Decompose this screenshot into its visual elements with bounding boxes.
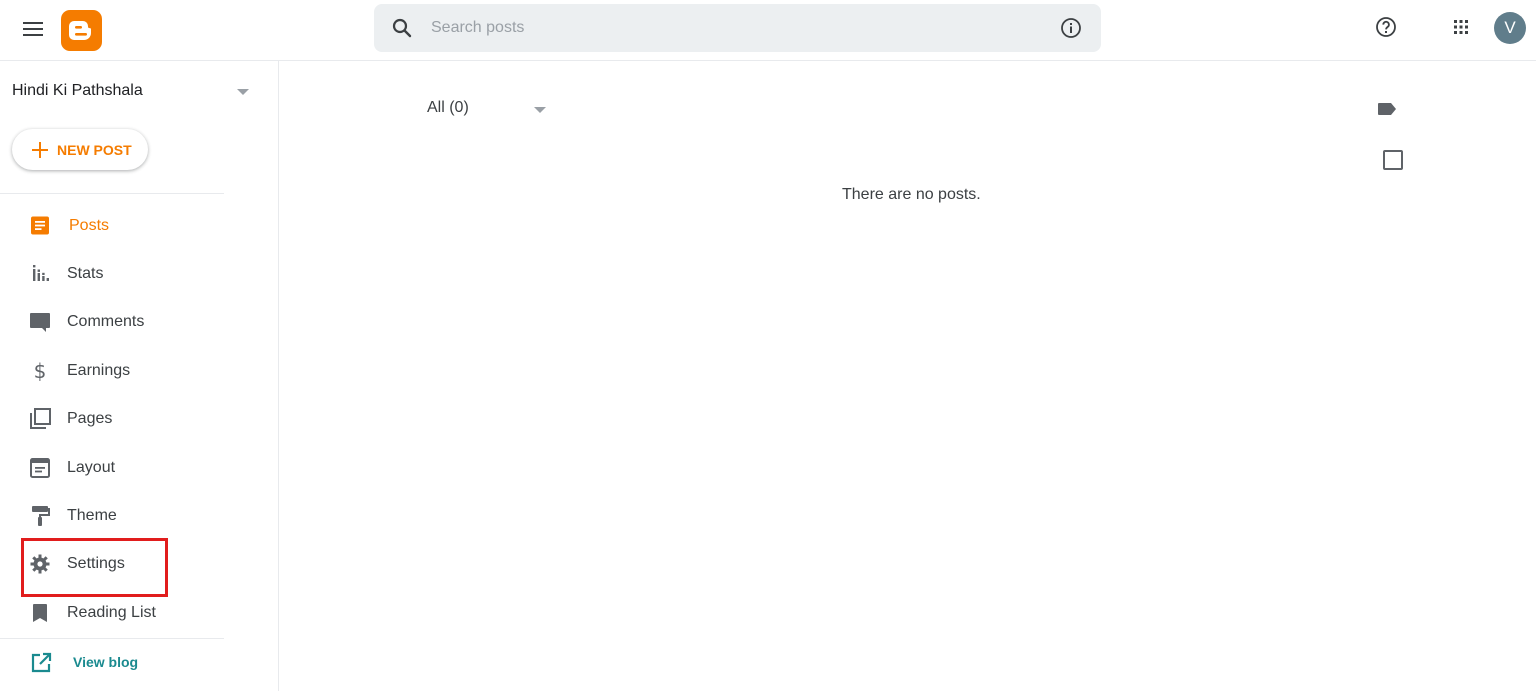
new-post-button[interactable]: NEW POST: [12, 129, 148, 170]
sidebar-item-label: Posts: [69, 217, 110, 234]
view-blog-link[interactable]: View blog: [0, 644, 224, 682]
settings-highlight-box: [21, 538, 168, 597]
pages-icon: [28, 407, 52, 431]
blog-name: Hindi Ki Pathshala: [12, 82, 143, 99]
help-icon[interactable]: [1374, 15, 1398, 39]
search-icon[interactable]: [390, 16, 414, 40]
sidebar-item-theme[interactable]: Theme: [0, 496, 224, 536]
plus-icon: [32, 141, 48, 158]
chevron-down-icon: [237, 89, 249, 95]
sidebar-divider: [0, 193, 224, 194]
sidebar-item-pages[interactable]: Pages: [0, 399, 224, 439]
sidebar-item-reading-list[interactable]: Reading List: [0, 593, 224, 633]
filter-label: All (0): [427, 99, 469, 116]
sidebar-divider: [0, 638, 224, 639]
sidebar-item-label: Layout: [67, 459, 116, 476]
blogger-logo-icon[interactable]: [61, 10, 102, 51]
search-bar: [374, 4, 1101, 52]
sidebar-item-layout[interactable]: Layout: [0, 448, 224, 488]
label-icon[interactable]: [1375, 98, 1399, 122]
post-filter-dropdown[interactable]: All (0): [427, 99, 551, 121]
select-all-checkbox[interactable]: [1383, 150, 1403, 170]
open-in-new-icon: [29, 651, 53, 675]
empty-posts-message: There are no posts.: [842, 186, 981, 203]
chevron-down-icon: [534, 107, 546, 113]
sidebar-item-earnings[interactable]: $ Earnings: [0, 351, 224, 391]
svg-text:$: $: [34, 359, 47, 383]
sidebar-item-comments[interactable]: Comments: [0, 302, 224, 342]
bookmark-icon: [28, 601, 52, 625]
posts-icon: [28, 214, 52, 238]
comments-icon: [28, 310, 52, 334]
search-input[interactable]: [431, 4, 1031, 52]
paint-roller-icon: [28, 504, 52, 528]
account-avatar[interactable]: V: [1494, 12, 1526, 44]
sidebar-item-label: Theme: [67, 507, 117, 524]
stats-icon: [28, 262, 52, 286]
blog-selector-dropdown[interactable]: Hindi Ki Pathshala: [12, 82, 257, 104]
sidebar-item-stats[interactable]: Stats: [0, 254, 224, 294]
sidebar-item-label: Reading List: [67, 604, 156, 621]
hamburger-menu-icon[interactable]: [18, 14, 48, 44]
dollar-icon: $: [28, 359, 52, 383]
info-icon[interactable]: [1059, 16, 1083, 40]
new-post-label: NEW POST: [57, 141, 132, 158]
sidebar-item-label: Comments: [67, 313, 145, 330]
sidebar-item-label: Earnings: [67, 362, 131, 379]
sidebar-item-label: Pages: [67, 410, 113, 427]
view-blog-label: View blog: [73, 654, 139, 670]
sidebar-item-posts[interactable]: Posts: [0, 206, 224, 246]
layout-icon: [28, 456, 52, 480]
top-app-bar: V: [0, 0, 1536, 61]
sidebar-item-label: Stats: [67, 265, 104, 282]
apps-grid-icon[interactable]: [1449, 15, 1473, 39]
